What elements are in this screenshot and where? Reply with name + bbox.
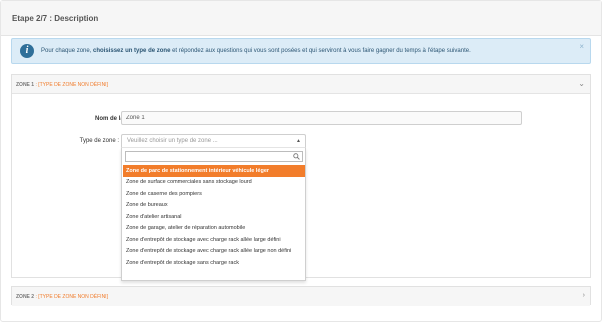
zone-2-number: ZONE 2	[16, 294, 35, 300]
zone-type-select[interactable]: Veuillez choisir un type de zone ... ▲	[121, 134, 306, 148]
zone-2-header[interactable]: ZONE 2 : [TYPE DE ZONE NON DÉFINI] ›	[12, 287, 590, 306]
dropdown-option[interactable]: Zone de garage, atelier de réparation au…	[123, 223, 305, 235]
dropdown-search-input[interactable]	[128, 152, 288, 161]
dropdown-option[interactable]: Zone d'entrepôt de stockage sans charge …	[123, 257, 305, 269]
chevron-right-icon[interactable]: ›	[583, 292, 585, 299]
dropdown-option[interactable]: Zone de bureaux	[123, 200, 305, 212]
zone-name-input[interactable]	[121, 111, 522, 125]
zone-1-type: : [TYPE DE ZONE NON DÉFINI]	[34, 82, 108, 88]
dropdown-option[interactable]: Zone de parc de stationnement intérieur …	[123, 165, 305, 177]
dropdown-option[interactable]: Zone d'atelier artisanal	[123, 211, 305, 223]
zone-1-panel: ZONE 1 : [TYPE DE ZONE NON DÉFINI] ⌄ Nom…	[11, 74, 591, 281]
zone-type-label: Type de zone :	[79, 138, 119, 144]
zone-type-placeholder: Veuillez choisir un type de zone ...	[127, 138, 218, 144]
dropdown-search-box[interactable]	[125, 151, 303, 162]
zone-1-header[interactable]: ZONE 1 : [TYPE DE ZONE NON DÉFINI] ⌄	[12, 75, 590, 94]
search-icon	[293, 153, 300, 160]
caret-up-icon: ▲	[296, 138, 301, 144]
info-text-bold: choisissez un type de zone	[93, 48, 171, 54]
dropdown-option[interactable]: Zone d'entrepôt de stockage avec charge …	[123, 234, 305, 246]
step-title: Etape 2/7 : Description	[12, 14, 99, 23]
dropdown-option[interactable]: Zone de surface commerciales sans stocka…	[123, 177, 305, 189]
zone-type-dropdown: Zone de parc de stationnement intérieur …	[121, 148, 306, 281]
step-header: Etape 2/7 : Description	[1, 1, 601, 36]
info-text: Pour chaque zone, choisissez un type de …	[41, 48, 471, 54]
zone-1-number: ZONE 1	[16, 82, 35, 88]
info-alert: i Pour chaque zone, choisissez un type d…	[11, 38, 591, 64]
close-icon[interactable]: ×	[579, 42, 584, 51]
dropdown-option[interactable]: Zone de caserne des pompiers	[123, 188, 305, 200]
chevron-down-icon[interactable]: ⌄	[578, 79, 585, 88]
info-text-start: Pour chaque zone,	[41, 48, 94, 54]
zone-1-title: ZONE 1 : [TYPE DE ZONE NON DÉFINI]	[16, 82, 108, 88]
dropdown-options: Zone de parc de stationnement intérieur …	[123, 165, 305, 269]
zone-2-title: ZONE 2 : [TYPE DE ZONE NON DÉFINI]	[16, 294, 108, 300]
info-text-end: et répondez aux questions qui vous sont …	[170, 48, 471, 54]
zone-2-type: : [TYPE DE ZONE NON DÉFINI]	[34, 294, 108, 300]
zone-2-panel: ZONE 2 : [TYPE DE ZONE NON DÉFINI] ›	[11, 286, 591, 306]
dropdown-option[interactable]: Zone d'entrepôt de stockage avec charge …	[123, 246, 305, 258]
info-circle-icon: i	[20, 44, 34, 58]
